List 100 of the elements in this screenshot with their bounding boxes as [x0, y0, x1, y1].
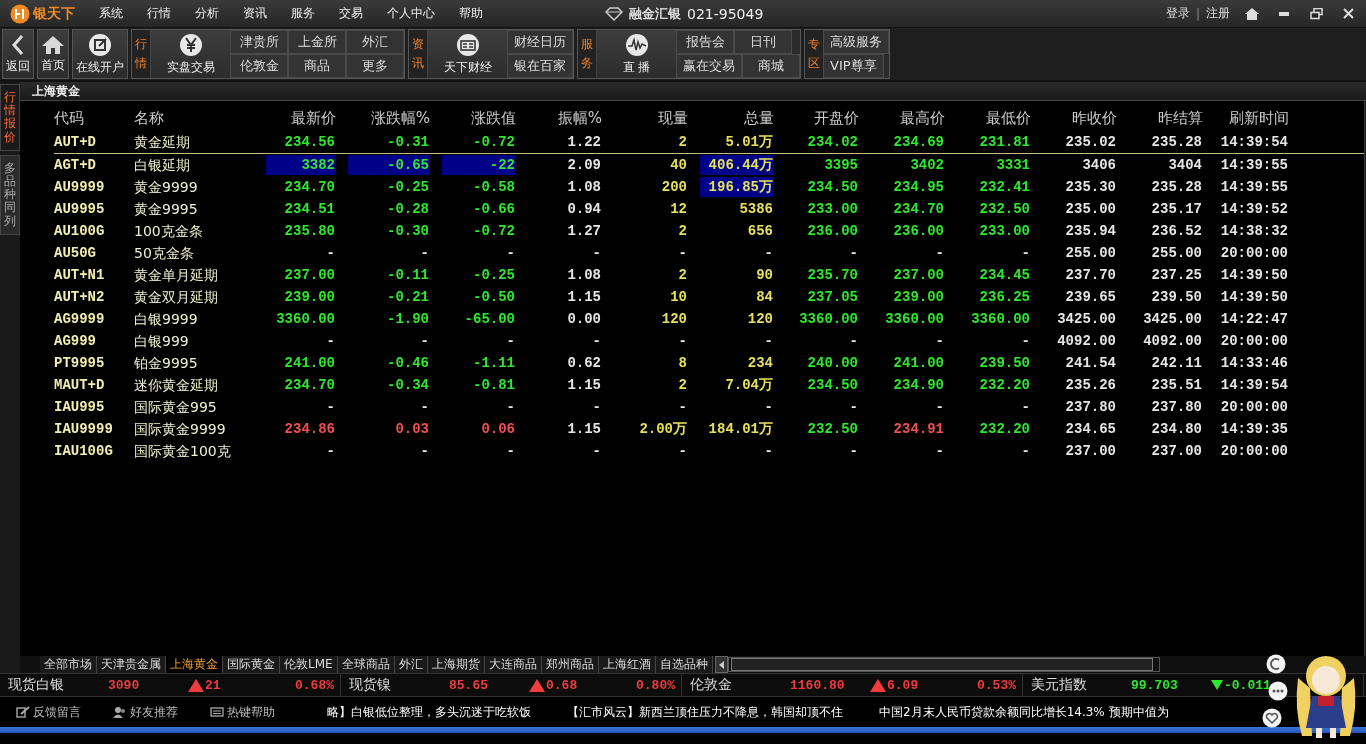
- toolbar-link[interactable]: 高级服务: [823, 30, 889, 54]
- column-header[interactable]: 最低价: [945, 108, 1031, 128]
- menu-item[interactable]: 个人中心: [375, 5, 447, 22]
- toolbar-link[interactable]: 报告会: [676, 30, 734, 54]
- name-cell-text: 迷你黄金延期: [134, 376, 218, 395]
- market-tab[interactable]: 全球商品: [337, 656, 395, 673]
- column-header[interactable]: 最新价: [254, 108, 336, 128]
- table-cell-text: -: [848, 398, 859, 417]
- market-tab[interactable]: 全部市场: [40, 656, 97, 673]
- toolbar-link[interactable]: 商品: [288, 54, 346, 78]
- toolbar-link[interactable]: 日刊: [734, 30, 792, 54]
- table-cell-text: 3360.00: [798, 310, 859, 329]
- table-cell-text: 8: [677, 354, 688, 373]
- close-icon[interactable]: [1342, 8, 1354, 19]
- table-cell-text: 184.01万: [707, 420, 774, 439]
- column-header[interactable]: 代码: [54, 108, 134, 128]
- menu-item[interactable]: 交易: [327, 5, 375, 22]
- table-cell-text: 235.94: [1064, 222, 1117, 241]
- column-header[interactable]: 总量: [688, 108, 774, 128]
- group-label: 服务: [578, 30, 596, 78]
- column-header[interactable]: 现量: [602, 108, 688, 128]
- menu-item[interactable]: 系统: [87, 5, 135, 22]
- table-cell-text: 241.00: [283, 354, 336, 373]
- news-headline[interactable]: 中国2月末人民币贷款余额同比增长14.3% 预期中值为: [879, 703, 1169, 721]
- toolbar-link[interactable]: 外汇: [346, 30, 404, 54]
- column-header[interactable]: 涨跌幅%: [336, 108, 430, 128]
- toolbar-button[interactable]: 实盘交易: [150, 30, 230, 78]
- toolbar-button[interactable]: 在线开户: [72, 29, 128, 79]
- toolbar-link[interactable]: 更多: [346, 54, 404, 78]
- table-cell-text: 232.50: [978, 200, 1031, 219]
- scrollbar-thumb[interactable]: [730, 658, 1153, 671]
- toolbar-link[interactable]: 赢在交易: [676, 54, 742, 78]
- column-header[interactable]: 涨跌值: [430, 108, 516, 128]
- market-tab[interactable]: 外汇: [394, 656, 428, 673]
- menu-item[interactable]: 帮助: [447, 5, 495, 22]
- toolbar-link[interactable]: 伦敦金: [230, 54, 288, 78]
- market-tab[interactable]: 天津贵金属: [97, 656, 166, 673]
- market-tab[interactable]: 上海黄金: [166, 656, 223, 673]
- group-label: 行情: [132, 30, 150, 78]
- menu-item[interactable]: 分析: [183, 5, 231, 22]
- toolbar-link[interactable]: 银在百家: [507, 54, 573, 78]
- name-cell-text: 白银9999: [134, 310, 198, 329]
- toolbar-button[interactable]: 直 播: [596, 30, 676, 78]
- market-tab[interactable]: 上海期货: [427, 656, 485, 673]
- table-cell-text: 234.50: [806, 376, 859, 395]
- toolbar-link[interactable]: VIP尊享: [823, 54, 884, 78]
- column-header[interactable]: 振幅%: [516, 108, 602, 128]
- minimize-icon[interactable]: [1279, 11, 1289, 16]
- chat-icon[interactable]: [1268, 681, 1288, 701]
- table-cell-text: -: [934, 442, 945, 461]
- name-cell-text: 白银999: [134, 332, 189, 351]
- market-tab[interactable]: 上海红酒: [598, 656, 656, 673]
- restore-icon[interactable]: [1309, 7, 1323, 20]
- market-tab[interactable]: 大连商品: [484, 656, 542, 673]
- market-tab[interactable]: 郑州商品: [541, 656, 599, 673]
- home-icon[interactable]: [1245, 7, 1259, 20]
- market-tab[interactable]: 伦敦LME: [280, 656, 338, 673]
- news-headline[interactable]: 【汇市风云】新西兰顶住压力不降息，韩国却顶不住: [567, 703, 843, 721]
- table-cell-text: -: [1020, 442, 1031, 461]
- menu-item[interactable]: 行情: [135, 5, 183, 22]
- side-tab[interactable]: 多品种同列: [0, 154, 20, 235]
- menu-item[interactable]: 资讯: [231, 5, 279, 22]
- news-headline[interactable]: 略】白银低位整理，多头沉迷于吃软饭: [327, 703, 531, 721]
- toolbar-link[interactable]: 上金所: [288, 30, 346, 54]
- table-cell-text: -: [1020, 398, 1031, 417]
- column-header[interactable]: 最高价: [859, 108, 945, 128]
- table-cell-text: 242.11: [1150, 354, 1203, 373]
- code-cell-text: AU9999: [54, 178, 105, 197]
- table-cell-text: 234.70: [283, 376, 336, 395]
- toolbar-link[interactable]: 财经日历: [507, 30, 573, 54]
- register-link[interactable]: 注册: [1206, 5, 1230, 22]
- column-header[interactable]: 开盘价: [774, 108, 859, 128]
- table-cell-text: -0.25: [472, 266, 516, 285]
- code-cell-text: AG9999: [54, 310, 105, 329]
- column-header[interactable]: 昨收价: [1031, 108, 1117, 128]
- menu-item[interactable]: 服务: [279, 5, 327, 22]
- table-cell-text: 239.00: [283, 288, 336, 307]
- side-tab[interactable]: 行情报价: [0, 84, 20, 151]
- column-header[interactable]: 昨结算: [1117, 108, 1203, 128]
- column-header[interactable]: 名称: [134, 108, 254, 128]
- table-cell-text: -: [591, 332, 602, 351]
- table-cell-text: 0.62: [566, 354, 602, 373]
- scroll-left-button[interactable]: [714, 656, 728, 673]
- table-cell-text: 234: [746, 354, 774, 373]
- login-link[interactable]: 登录: [1165, 5, 1190, 22]
- toolbar-link[interactable]: 津贵所: [230, 30, 288, 54]
- status-link[interactable]: 热键帮助: [204, 702, 281, 722]
- market-tab[interactable]: 自选品种: [655, 656, 713, 673]
- toolbar-link[interactable]: 商城: [742, 54, 800, 78]
- table-cell-text: 255.00: [1064, 244, 1117, 263]
- toolbar-button[interactable]: 天下财经: [427, 30, 507, 78]
- status-link[interactable]: 反馈留言: [10, 702, 87, 722]
- status-link[interactable]: 好友推荐: [107, 702, 184, 722]
- market-tab[interactable]: 国际黄金: [223, 656, 280, 673]
- horizontal-scrollbar[interactable]: [727, 657, 1160, 672]
- table-cell-text: -: [934, 398, 945, 417]
- refresh-icon[interactable]: [1266, 654, 1286, 674]
- column-header[interactable]: 刷新时间: [1203, 108, 1289, 128]
- toolbar-button[interactable]: 首页: [37, 29, 69, 79]
- toolbar-button[interactable]: 返回: [2, 29, 34, 79]
